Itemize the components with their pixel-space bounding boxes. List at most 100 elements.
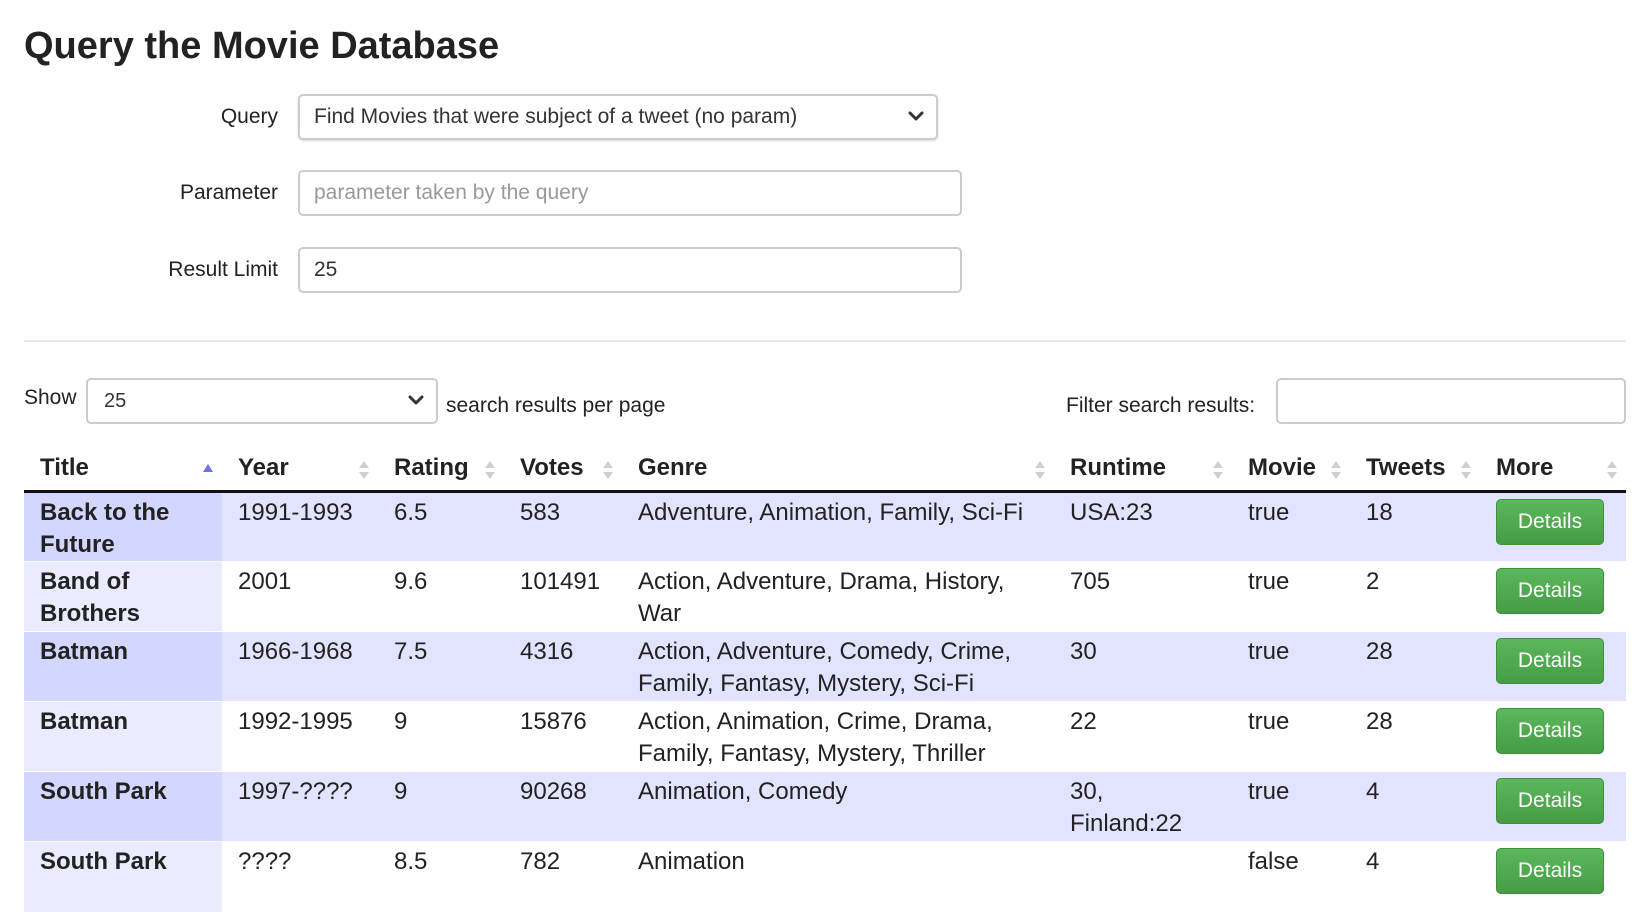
chevron-down-icon (408, 395, 424, 405)
cell-title: Band of Brothers (24, 561, 222, 632)
parameter-placeholder: parameter taken by the query (314, 181, 589, 204)
result-limit-label: Result Limit (168, 258, 278, 281)
sort-both-icon (1035, 461, 1045, 479)
cell-more: Details (1480, 561, 1626, 632)
query-label: Query (220, 105, 278, 128)
cell-rating: 8.5 (378, 841, 504, 912)
column-header-label: More (1496, 454, 1554, 481)
column-header-tweets[interactable]: Tweets (1350, 446, 1480, 493)
column-header-rating[interactable]: Rating (378, 446, 504, 493)
cell-year: 2001 (222, 561, 378, 632)
cell-movie: true (1232, 491, 1350, 562)
result-limit-row: Result Limit 25 (0, 246, 1000, 294)
cell-votes: 90268 (504, 771, 622, 842)
cell-runtime: 22 (1054, 701, 1232, 772)
details-button[interactable]: Details (1496, 708, 1604, 754)
cell-year: 1991-1993 (222, 491, 378, 562)
details-button[interactable]: Details (1496, 848, 1604, 894)
table-header-row: Title Year Rating Votes Genre Runtime Mo… (24, 446, 1626, 493)
column-header-label: Rating (394, 454, 469, 481)
result-limit-input[interactable]: 25 (298, 247, 962, 293)
cell-tweets: 4 (1350, 841, 1480, 912)
sort-both-icon (603, 461, 613, 479)
cell-movie: false (1232, 841, 1350, 912)
column-header-label: Genre (638, 454, 708, 481)
cell-more: Details (1480, 841, 1626, 912)
result-limit-value: 25 (314, 258, 338, 281)
column-header-votes[interactable]: Votes (504, 446, 622, 493)
cell-movie: true (1232, 631, 1350, 702)
cell-genre: Animation, Comedy (622, 771, 1054, 842)
cell-movie: true (1232, 701, 1350, 772)
cell-votes: 101491 (504, 561, 622, 632)
sort-both-icon (359, 461, 369, 479)
cell-runtime: 705 (1054, 561, 1232, 632)
table-row: South Park 1997-???? 9 90268 Animation, … (24, 771, 1626, 842)
results-table: Title Year Rating Votes Genre Runtime Mo… (24, 446, 1626, 912)
details-button[interactable]: Details (1496, 499, 1604, 545)
filter-input[interactable] (1276, 378, 1626, 424)
parameter-row: Parameter parameter taken by the query (0, 169, 1000, 217)
chevron-down-icon (908, 111, 924, 121)
cell-runtime: USA:23 (1054, 491, 1232, 562)
cell-runtime: 30 (1054, 631, 1232, 702)
query-select-value: Find Movies that were subject of a tweet… (314, 105, 798, 128)
cell-votes: 782 (504, 841, 622, 912)
column-header-title[interactable]: Title (24, 446, 222, 493)
cell-more: Details (1480, 631, 1626, 702)
sort-both-icon (1461, 461, 1471, 479)
column-header-label: Votes (520, 454, 584, 481)
column-header-more[interactable]: More (1480, 446, 1626, 493)
per-page-label: search results per page (446, 394, 666, 417)
parameter-input[interactable]: parameter taken by the query (298, 170, 962, 216)
column-header-label: Movie (1248, 454, 1317, 481)
column-header-movie[interactable]: Movie (1232, 446, 1350, 493)
cell-rating: 7.5 (378, 631, 504, 702)
sort-both-icon (1331, 461, 1341, 479)
cell-title: Batman (24, 701, 222, 772)
cell-title: South Park (24, 841, 222, 912)
column-header-runtime[interactable]: Runtime (1054, 446, 1232, 493)
cell-more: Details (1480, 771, 1626, 842)
cell-more: Details (1480, 701, 1626, 772)
column-header-year[interactable]: Year (222, 446, 378, 493)
details-button[interactable]: Details (1496, 778, 1604, 824)
cell-year: 1992-1995 (222, 701, 378, 772)
column-header-label: Year (238, 454, 289, 481)
cell-rating: 9 (378, 701, 504, 772)
sort-both-icon (485, 461, 495, 479)
page: Query the Movie Database Query Find Movi… (0, 0, 1648, 922)
table-row: Batman 1992-1995 9 15876 Action, Animati… (24, 701, 1626, 772)
cell-genre: Action, Adventure, Comedy, Crime, Family… (622, 631, 1054, 702)
cell-genre: Animation (622, 841, 1054, 912)
query-select[interactable]: Find Movies that were subject of a tweet… (298, 94, 938, 140)
query-row: Query Find Movies that were subject of a… (0, 93, 1000, 141)
sort-both-icon (1607, 461, 1617, 479)
show-label: Show (24, 386, 77, 409)
sort-both-icon (1213, 461, 1223, 479)
cell-movie: true (1232, 771, 1350, 842)
cell-title: Back to the Future (24, 491, 222, 562)
cell-votes: 583 (504, 491, 622, 562)
page-size-select[interactable]: 25 (86, 378, 438, 424)
cell-tweets: 4 (1350, 771, 1480, 842)
cell-tweets: 28 (1350, 631, 1480, 702)
cell-rating: 6.5 (378, 491, 504, 562)
cell-title: South Park (24, 771, 222, 842)
column-header-genre[interactable]: Genre (622, 446, 1054, 493)
column-header-label: Runtime (1070, 454, 1166, 481)
cell-genre: Action, Animation, Crime, Drama, Family,… (622, 701, 1054, 772)
cell-movie: true (1232, 561, 1350, 632)
details-button[interactable]: Details (1496, 638, 1604, 684)
page-title: Query the Movie Database (24, 25, 500, 67)
table-row: Batman 1966-1968 7.5 4316 Action, Advent… (24, 631, 1626, 702)
cell-tweets: 28 (1350, 701, 1480, 772)
cell-tweets: 18 (1350, 491, 1480, 562)
cell-title: Batman (24, 631, 222, 702)
table-row: Band of Brothers 2001 9.6 101491 Action,… (24, 561, 1626, 632)
filter-label: Filter search results: (1066, 394, 1256, 417)
parameter-label: Parameter (179, 181, 278, 204)
cell-rating: 9 (378, 771, 504, 842)
details-button[interactable]: Details (1496, 568, 1604, 614)
cell-genre: Action, Adventure, Drama, History, War (622, 561, 1054, 632)
